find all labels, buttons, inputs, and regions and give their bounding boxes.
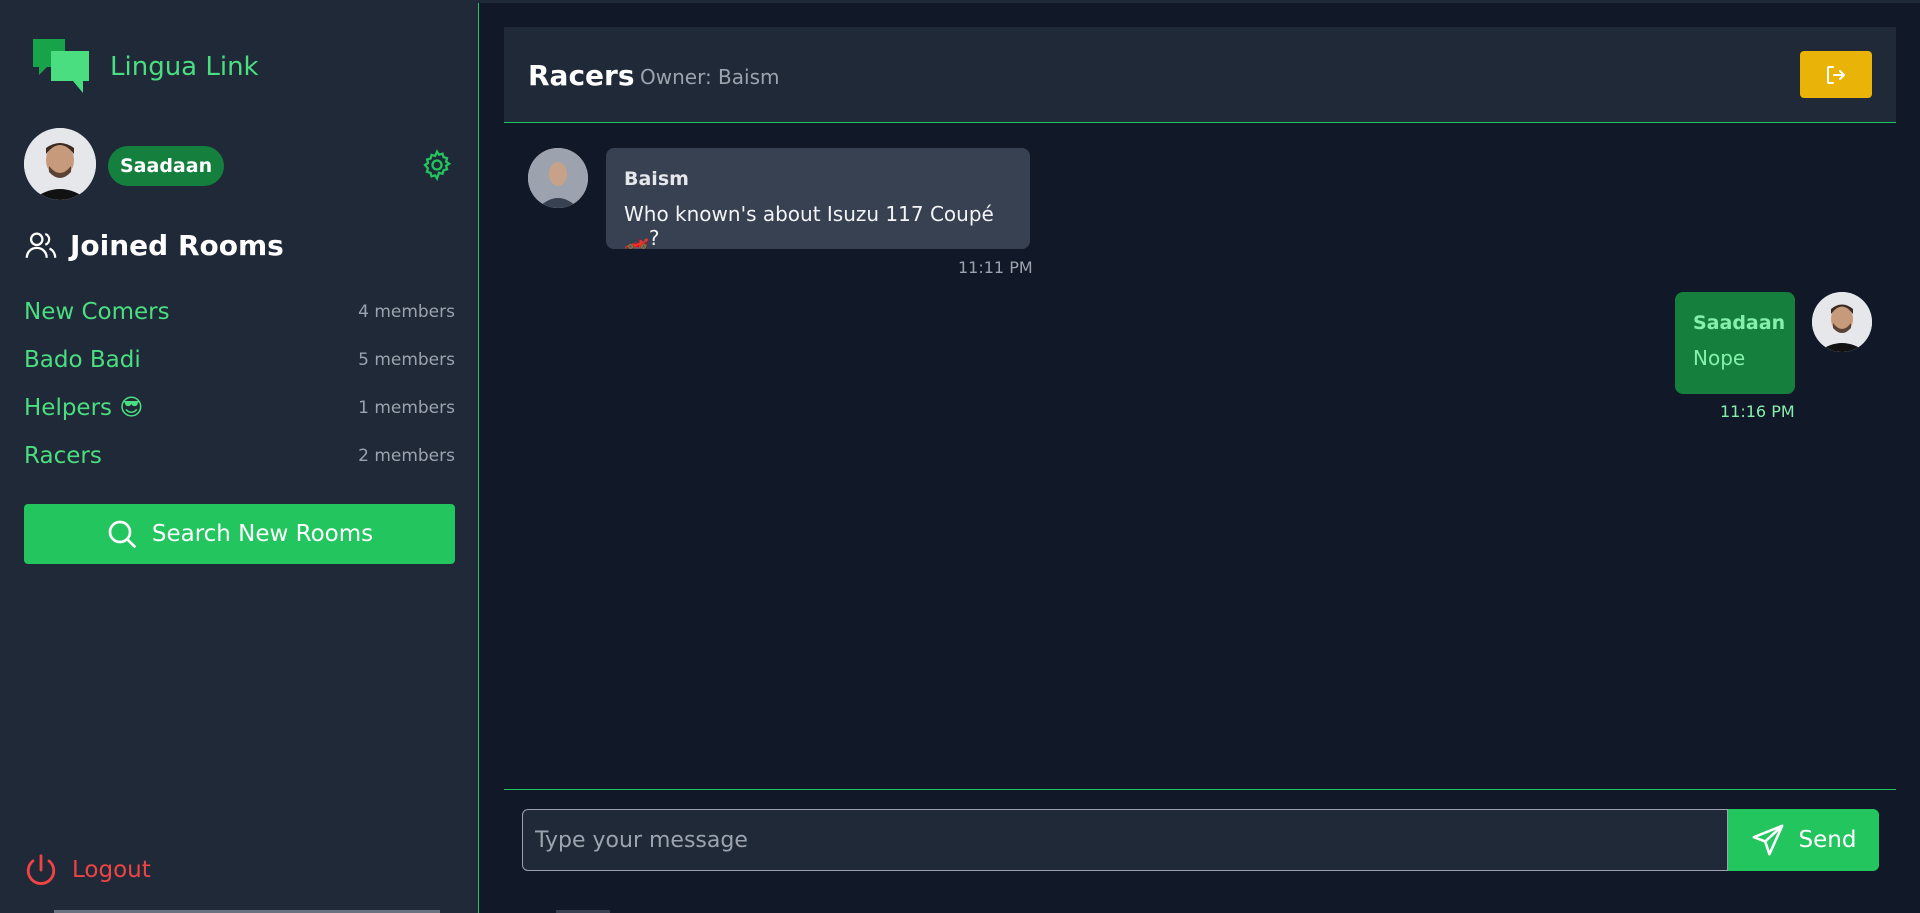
message-bubble-outgoing: Saadaan Nope (1675, 292, 1795, 394)
brand[interactable]: Lingua Link (31, 37, 259, 97)
user-avatar[interactable] (24, 128, 96, 200)
room-member-count: 5 members (358, 350, 455, 370)
chat-header: Racers Owner: Baism (504, 27, 1896, 123)
message-list: Baism Who known's about Isuzu 117 Coupé … (504, 124, 1896, 789)
joined-rooms-title: Joined Rooms (70, 228, 284, 262)
user-profile: Saadaan (24, 126, 454, 202)
message-composer: Send (504, 789, 1896, 889)
room-name: Helpers 😎 (24, 395, 144, 421)
room-item-new-comers[interactable]: New Comers 4 members (24, 288, 455, 336)
search-new-rooms-button[interactable]: Search New Rooms (24, 504, 455, 564)
room-name: New Comers (24, 299, 170, 325)
room-member-count: 1 members (358, 398, 455, 418)
exit-icon (1827, 65, 1845, 84)
room-owner: Owner: Baism (640, 65, 780, 89)
joined-rooms-heading: Joined Rooms (24, 228, 284, 262)
gear-icon (423, 149, 452, 182)
paper-plane-icon (1752, 824, 1783, 856)
message-timestamp: 11:11 PM (958, 258, 1033, 277)
message-sender: Saadaan (1693, 312, 1786, 334)
logout-button[interactable]: Logout (24, 853, 151, 887)
message-input[interactable] (522, 809, 1728, 871)
sender-avatar[interactable] (528, 148, 588, 208)
message-timestamp: 11:16 PM (1720, 402, 1795, 421)
search-icon (108, 520, 137, 549)
own-avatar[interactable] (1812, 292, 1872, 352)
leave-room-button[interactable] (1800, 51, 1872, 98)
sidebar: Lingua Link Saadaan Joined Rooms New Com… (0, 3, 479, 913)
search-new-rooms-label: Search New Rooms (151, 521, 374, 547)
app-name: Lingua Link (110, 52, 259, 82)
power-icon (26, 854, 56, 885)
send-button[interactable]: Send (1728, 809, 1879, 871)
room-item-racers[interactable]: Racers 2 members (24, 432, 455, 480)
username-badge: Saadaan (108, 146, 225, 186)
chat-bubbles-icon (33, 39, 89, 93)
room-item-helpers[interactable]: Helpers 😎 1 members (24, 384, 455, 432)
message-sender: Baism (624, 168, 689, 190)
room-member-count: 2 members (358, 446, 455, 466)
room-name: Racers (24, 443, 102, 469)
settings-button[interactable] (420, 148, 454, 182)
logout-label: Logout (72, 857, 151, 883)
room-item-bado-badi[interactable]: Bado Badi 5 members (24, 336, 455, 384)
message-text: Nope (1693, 346, 1746, 370)
room-name: Bado Badi (24, 347, 141, 373)
room-list: New Comers 4 members Bado Badi 5 members… (24, 288, 455, 480)
send-label: Send (1798, 827, 1857, 853)
message-bubble-incoming: Baism Who known's about Isuzu 117 Coupé … (606, 148, 1030, 250)
message-text: Who known's about Isuzu 117 Coupé 🏎️? (624, 202, 994, 250)
room-title: Racers (528, 59, 635, 92)
room-member-count: 4 members (358, 302, 455, 322)
users-icon (25, 232, 57, 258)
